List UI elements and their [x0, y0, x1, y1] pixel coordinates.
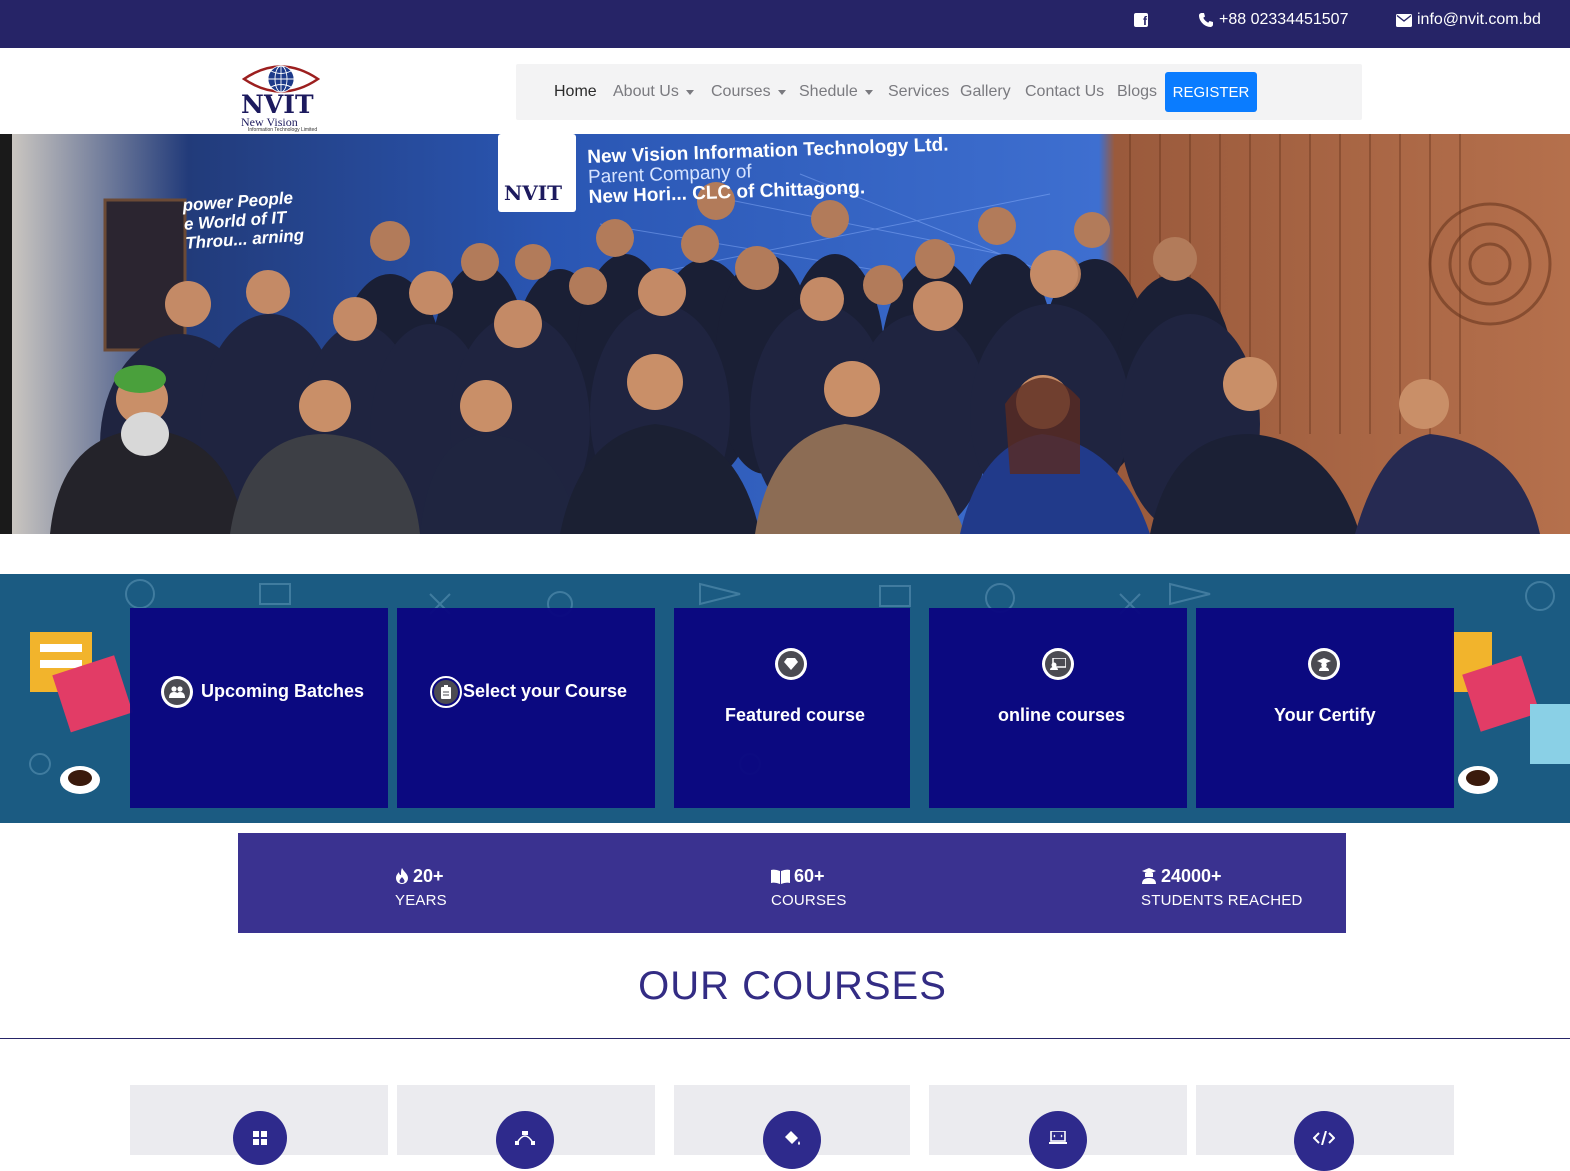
feature-card-online-courses[interactable]: online courses [929, 608, 1187, 808]
nav-services-label: Services [888, 83, 950, 100]
email-address: info@nvit.com.bd [1417, 11, 1541, 28]
feature-card-select-your-course[interactable]: Select your Course [397, 608, 655, 808]
clipboard-icon [430, 676, 462, 708]
stat-courses: 60+ COURSES [771, 865, 847, 909]
nav-shedule-label: Shedule [799, 83, 858, 100]
course-card[interactable] [1196, 1085, 1454, 1171]
section-divider [0, 1038, 1570, 1039]
nav-blogs[interactable]: Blogs [1117, 64, 1157, 120]
feature-label: Select your Course [463, 681, 628, 701]
stat-label: COURSES [771, 892, 847, 909]
feature-label: Featured course [725, 705, 866, 725]
top-contact-bar: f +88 02334451507 info@nvit.com.bd [0, 0, 1570, 48]
nav-home-label: Home [554, 83, 597, 100]
facebook-square-icon: f [1134, 13, 1148, 27]
hero-banner-logo: NVIT [504, 181, 563, 205]
nav-contact-us-label: Contact Us [1025, 83, 1105, 100]
nav-blogs-label: Blogs [1117, 83, 1158, 100]
stat-label: STUDENTS REACHED [1141, 892, 1303, 909]
book-open-icon [771, 869, 790, 884]
stat-value: 60+ [794, 865, 825, 886]
email-contact[interactable]: info@nvit.com.bd [1396, 0, 1541, 40]
feature-card-featured-course[interactable]: Featured course [674, 608, 910, 808]
caret-down-icon [864, 89, 873, 95]
facebook-link[interactable]: f [1134, 0, 1148, 40]
stat-value: 20+ [413, 865, 444, 886]
nav-shedule[interactable]: Shedule [799, 64, 873, 120]
course-card[interactable] [130, 1085, 388, 1165]
register-button[interactable]: REGISTER [1165, 72, 1257, 112]
nav-gallery-label: Gallery [960, 83, 1011, 100]
nav-home[interactable]: Home [554, 64, 597, 120]
feature-label: online courses [998, 705, 1126, 725]
stat-label: YEARS [395, 892, 447, 909]
nav-about-us[interactable]: About Us [613, 64, 694, 120]
caret-down-icon [685, 89, 694, 95]
graduate-icon [1308, 648, 1340, 680]
nav-gallery[interactable]: Gallery [960, 64, 1011, 120]
nav-about-us-label: About Us [613, 83, 679, 100]
nav-courses[interactable]: Courses [711, 64, 786, 120]
hero-group-photo: NVIT New Vision Information Technology L… [0, 134, 1570, 534]
nav-courses-label: Courses [711, 83, 771, 100]
hero-side-banner-text: power People e World of IT Throu... arni… [182, 188, 305, 253]
stat-value: 24000+ [1161, 865, 1222, 886]
online-class-icon [1042, 648, 1074, 680]
users-icon [161, 676, 193, 708]
stat-students: 24000+ STUDENTS REACHED [1141, 865, 1303, 910]
hero-banner-text: New Vision Information Technology Ltd. P… [587, 134, 950, 208]
nav-services[interactable]: Services [888, 64, 949, 120]
course-card[interactable] [929, 1085, 1187, 1169]
phone-icon [1199, 13, 1213, 27]
main-navigation: Home About Us Courses Shedule Services G… [516, 64, 1362, 120]
student-icon [1142, 868, 1156, 884]
course-card[interactable] [674, 1085, 910, 1169]
windows-icon [233, 1111, 287, 1165]
feature-card-upcoming-batches[interactable]: Upcoming Batches [130, 608, 388, 808]
fire-icon [396, 868, 408, 884]
nav-contact-us[interactable]: Contact Us [1025, 64, 1104, 120]
nvit-logo[interactable]: NVIT New Vision Information Technology L… [238, 62, 322, 134]
feature-label: Upcoming Batches [201, 681, 365, 701]
phone-number: +88 02334451507 [1219, 11, 1349, 28]
stats-bar: 20+ YEARS 60+ COURSES 24000+ STUDENTS RE… [238, 833, 1346, 933]
logo-tagline: Information Technology Limited [248, 127, 318, 133]
our-courses-heading: OUR COURSES [638, 964, 947, 1008]
course-card[interactable] [397, 1085, 655, 1169]
diamond-icon [775, 648, 807, 680]
code-icon [1294, 1111, 1354, 1171]
stat-years: 20+ YEARS [395, 865, 447, 910]
caret-down-icon [777, 89, 786, 95]
envelope-icon [1396, 13, 1412, 27]
vector-design-icon [496, 1111, 554, 1169]
paint-bucket-icon [763, 1111, 821, 1169]
feature-label: Your Certify [1274, 705, 1376, 725]
feature-card-your-certify[interactable]: Your Certify [1196, 608, 1454, 808]
phone-contact[interactable]: +88 02334451507 [1198, 0, 1348, 40]
laptop-code-icon [1029, 1111, 1087, 1169]
